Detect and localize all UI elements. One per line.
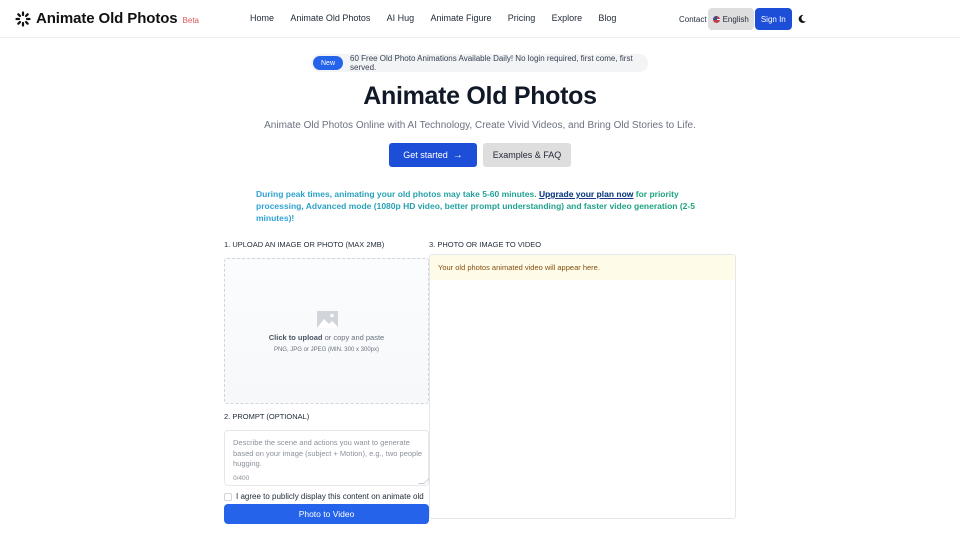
upload-formats: PNG, JPG or JPEG (MIN. 300 x 300px) [273,347,380,353]
site-header: Animate Old Photos Beta Home Animate Old… [0,0,960,38]
nav-blog[interactable]: Blog [598,13,616,23]
moon-icon[interactable] [797,14,807,24]
prompt-char-counter: 0/400 [233,475,250,482]
arrow-right-icon: → [452,149,463,161]
image-placeholder-icon [317,311,338,328]
announcement-text: 60 Free Old Photo Animations Available D… [350,54,633,72]
announcement-banner: New 60 Free Old Photo Animations Availab… [311,54,648,72]
agree-label[interactable]: I agree to publicly display this content… [236,492,424,501]
peak-time-notice: During peak times, animating your old ph… [256,188,696,224]
paste-hint: or copy and paste [322,333,385,342]
agree-checkbox[interactable] [224,492,232,501]
click-to-upload[interactable]: Click to upload [269,333,323,342]
nav-ai-hug[interactable]: AI Hug [387,13,415,23]
prompt-textarea[interactable]: Describe the scene and actions you want … [224,430,430,486]
prompt-placeholder: Describe the scene and actions you want … [233,438,423,468]
language-label: English [722,14,749,24]
new-badge: New [313,56,344,70]
main-nav: Home Animate Old Photos AI Hug Animate F… [250,13,633,23]
us-flag-icon [712,15,720,23]
header-actions: Contact English Sign In [679,8,807,30]
public-display-agreement: I agree to publicly display this content… [224,492,424,501]
upload-instructions: Click to upload or copy and paste [225,333,428,342]
page-title: Animate Old Photos [363,82,597,110]
language-selector[interactable]: English [707,8,754,30]
nav-animate-old-photos[interactable]: Animate Old Photos [290,13,370,23]
upload-section-label: 1. UPLOAD AN IMAGE OR PHOTO (MAX 2MB) [224,240,385,249]
examples-faq-button[interactable]: Examples & FAQ [483,143,571,167]
brand-name: Animate Old Photos [36,10,178,27]
output-section-label: 3. PHOTO OR IMAGE TO VIDEO [429,240,542,249]
prompt-section-label: 2. PROMPT (OPTIONAL) [224,412,310,421]
get-started-label: Get started [403,150,448,160]
contact-link[interactable]: Contact [679,15,707,24]
nav-pricing[interactable]: Pricing [508,13,536,23]
output-placeholder-message: Your old photos animated video will appe… [430,255,735,280]
sign-in-button[interactable]: Sign In [754,8,792,30]
nav-animate-figure[interactable]: Animate Figure [430,13,491,23]
logo[interactable]: Animate Old Photos Beta [15,10,199,27]
nav-explore[interactable]: Explore [552,13,583,23]
nav-home[interactable]: Home [250,13,274,23]
photo-to-video-button[interactable]: Photo to Video [224,504,429,524]
upload-dropzone[interactable]: Click to upload or copy and paste PNG, J… [224,258,429,404]
upgrade-plan-link[interactable]: Upgrade your plan now [539,189,633,199]
video-output-panel: Your old photos animated video will appe… [429,254,736,519]
sparkle-burst-icon [15,10,31,27]
page-subtitle: Animate Old Photos Online with AI Techno… [264,120,696,131]
notice-text-before: During peak times, animating your old ph… [256,189,539,199]
beta-badge: Beta [182,16,200,25]
get-started-button[interactable]: Get started → [389,143,477,167]
